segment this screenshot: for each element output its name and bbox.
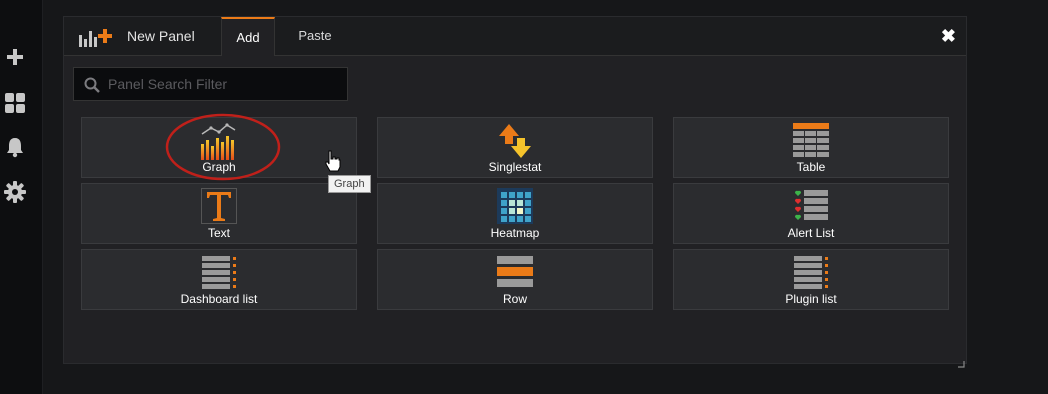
dashboards-icon[interactable] bbox=[4, 92, 26, 114]
highlight-ellipse bbox=[165, 113, 281, 181]
panel-search-field[interactable] bbox=[73, 67, 348, 101]
card-dashboard-list[interactable]: Dashboard list bbox=[81, 249, 357, 310]
tab-paste[interactable]: Paste bbox=[288, 17, 342, 55]
new-panel-dialog: New Panel Add Paste ✖ Panel Search Filte… bbox=[63, 16, 967, 368]
table-icon bbox=[792, 122, 830, 165]
tooltip: Graph bbox=[328, 175, 371, 193]
plugin-list-icon bbox=[792, 254, 830, 295]
card-label: Heatmap bbox=[490, 226, 540, 240]
card-singlestat[interactable]: Singlestat bbox=[377, 117, 653, 178]
card-row[interactable]: Row bbox=[377, 249, 653, 310]
card-label: Text bbox=[207, 226, 230, 240]
card-label: Plugin list bbox=[785, 292, 837, 306]
bell-icon[interactable] bbox=[4, 136, 26, 158]
gear-icon[interactable] bbox=[4, 181, 26, 203]
panel-title: New Panel bbox=[127, 28, 195, 44]
search-icon bbox=[84, 77, 100, 98]
sidebar bbox=[0, 0, 43, 394]
card-label: Dashboard list bbox=[180, 292, 258, 306]
add-panel-icon bbox=[79, 27, 113, 52]
heatmap-icon bbox=[497, 188, 533, 229]
alert-list-icon bbox=[793, 188, 829, 229]
card-heatmap[interactable]: Heatmap bbox=[377, 183, 653, 244]
plus-icon[interactable] bbox=[4, 46, 26, 68]
close-icon[interactable]: ✖ bbox=[941, 26, 956, 46]
card-label: Row bbox=[502, 292, 527, 306]
row-icon bbox=[496, 254, 534, 295]
card-label: Alert List bbox=[787, 226, 835, 240]
card-label: Singlestat bbox=[488, 160, 542, 174]
hand-cursor-icon bbox=[324, 150, 342, 177]
card-text[interactable]: Text bbox=[81, 183, 357, 244]
singlestat-icon bbox=[497, 122, 533, 165]
resize-handle-icon[interactable] bbox=[957, 355, 965, 373]
card-plugin-list[interactable]: Plugin list bbox=[673, 249, 949, 310]
panel-header: New Panel Add Paste ✖ bbox=[64, 17, 966, 56]
tab-add[interactable]: Add bbox=[221, 17, 275, 56]
card-table[interactable]: Table bbox=[673, 117, 949, 178]
card-alert-list[interactable]: Alert List bbox=[673, 183, 949, 244]
search-input[interactable] bbox=[108, 68, 338, 100]
dashboard-list-icon bbox=[200, 254, 238, 295]
text-icon bbox=[201, 188, 237, 229]
card-label: Table bbox=[796, 160, 826, 174]
